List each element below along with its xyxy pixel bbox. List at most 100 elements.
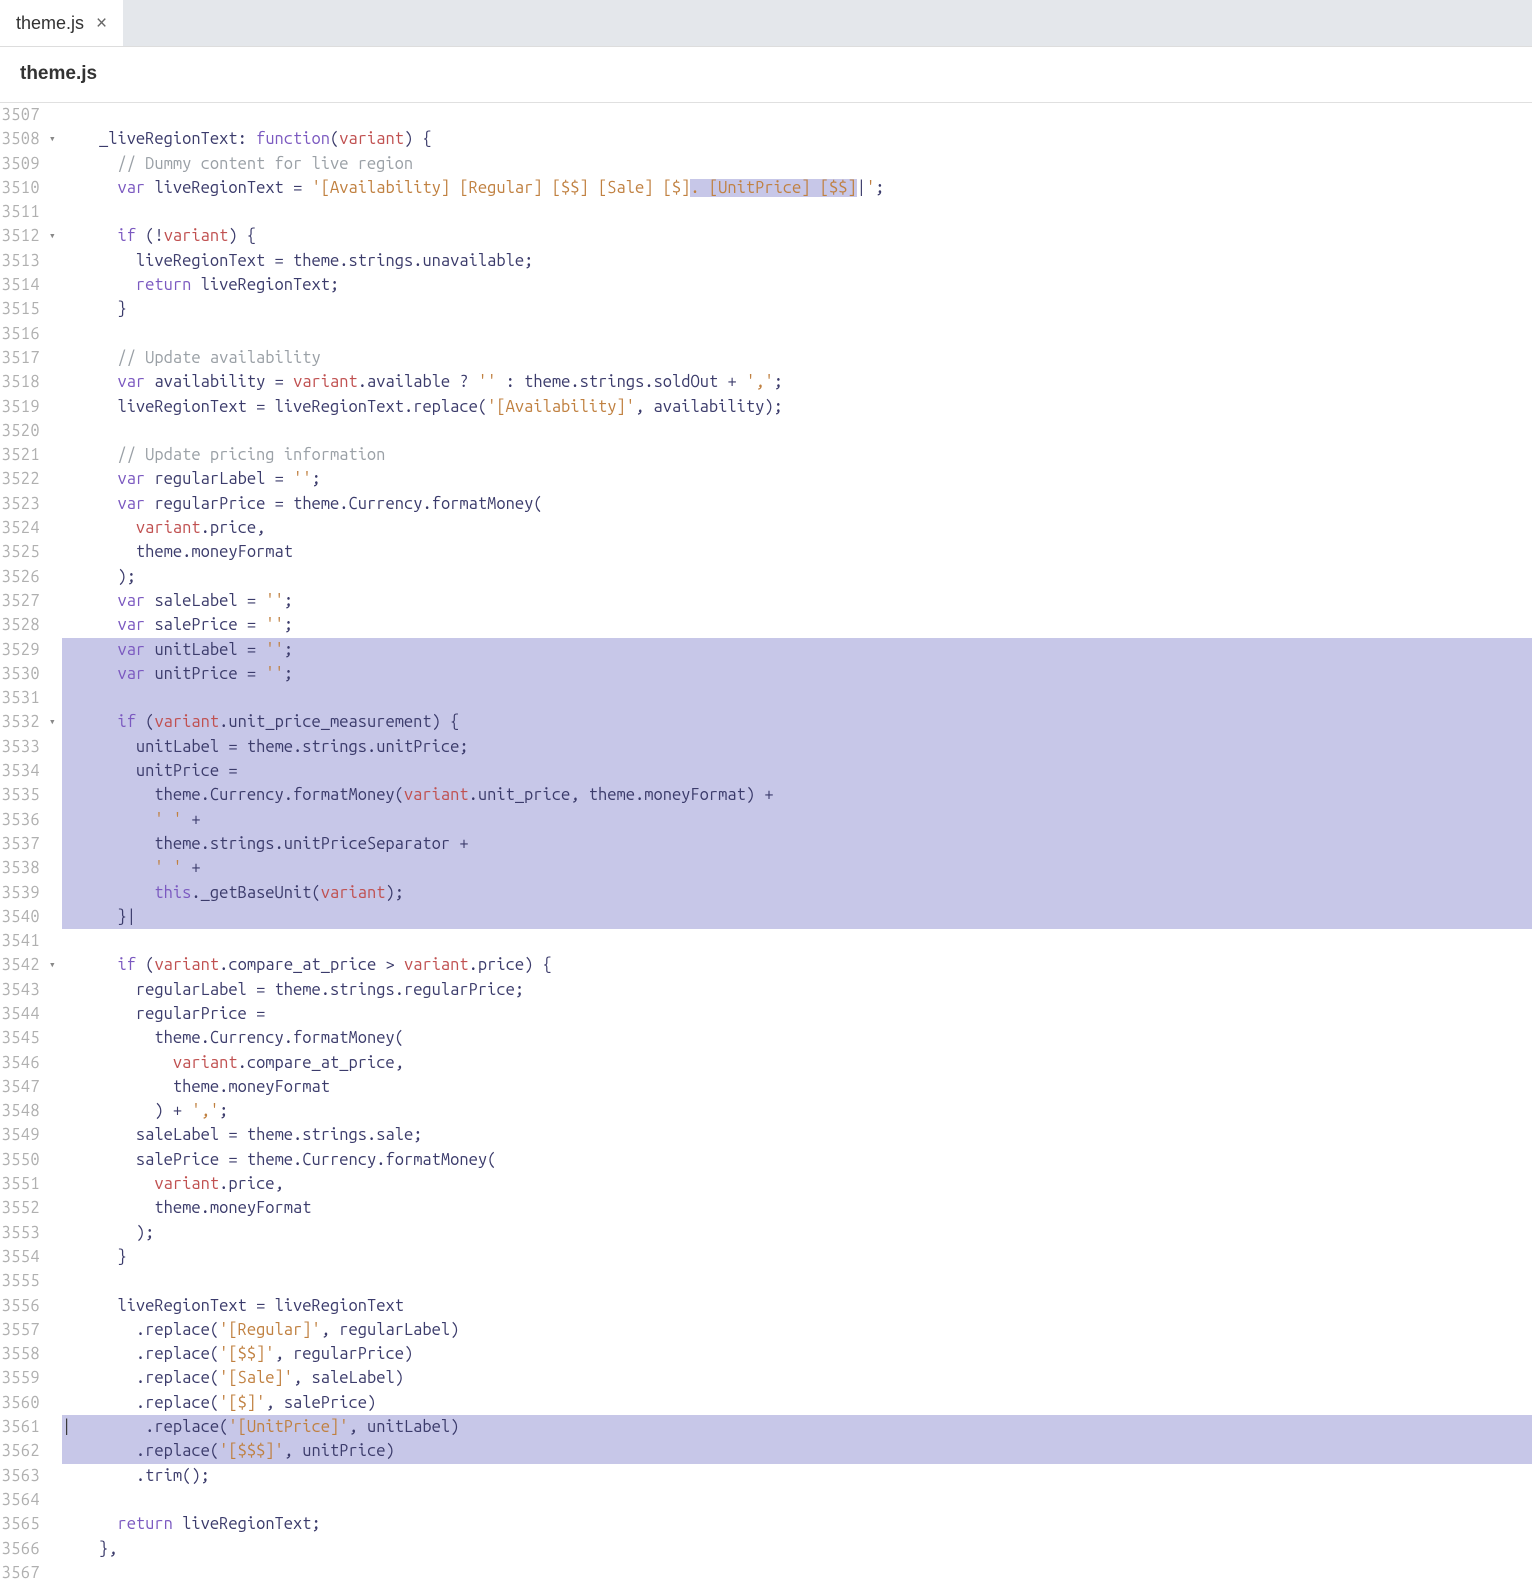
line-number[interactable]: 3556: [0, 1294, 54, 1318]
line-number[interactable]: 3520: [0, 419, 54, 443]
line-number[interactable]: 3540: [0, 905, 54, 929]
code-line[interactable]: }: [62, 1245, 1532, 1269]
line-number[interactable]: 3565: [0, 1512, 54, 1536]
line-number[interactable]: 3560: [0, 1391, 54, 1415]
code-line[interactable]: variant.price,: [62, 1172, 1532, 1196]
code-line[interactable]: theme.Currency.formatMoney(: [62, 1026, 1532, 1050]
code-line[interactable]: [62, 1561, 1532, 1585]
line-number[interactable]: 3514: [0, 273, 54, 297]
code-line[interactable]: var regularPrice = theme.Currency.format…: [62, 492, 1532, 516]
code-line[interactable]: theme.strings.unitPriceSeparator +: [62, 832, 1532, 856]
code-line[interactable]: | .replace('[UnitPrice]', unitLabel): [62, 1415, 1532, 1439]
code-line[interactable]: unitLabel = theme.strings.unitPrice;: [62, 735, 1532, 759]
line-number[interactable]: 3524: [0, 516, 54, 540]
code-line[interactable]: salePrice = theme.Currency.formatMoney(: [62, 1148, 1532, 1172]
line-number[interactable]: 3566: [0, 1537, 54, 1561]
code-content[interactable]: _liveRegionText: function(variant) { // …: [58, 103, 1532, 1585]
line-number[interactable]: 3530: [0, 662, 54, 686]
code-line[interactable]: [62, 1488, 1532, 1512]
line-number[interactable]: 3545: [0, 1026, 54, 1050]
code-line[interactable]: [62, 686, 1532, 710]
code-line[interactable]: liveRegionText = theme.strings.unavailab…: [62, 249, 1532, 273]
code-line[interactable]: );: [62, 565, 1532, 589]
code-line[interactable]: var regularLabel = '';: [62, 467, 1532, 491]
code-line[interactable]: ) + ',';: [62, 1099, 1532, 1123]
line-number[interactable]: 3523: [0, 492, 54, 516]
line-number[interactable]: 3553: [0, 1221, 54, 1245]
line-number[interactable]: 3512: [0, 224, 54, 248]
line-number[interactable]: 3518: [0, 370, 54, 394]
line-number[interactable]: 3529: [0, 638, 54, 662]
code-line[interactable]: // Dummy content for live region: [62, 152, 1532, 176]
code-line[interactable]: [62, 929, 1532, 953]
line-number[interactable]: 3510: [0, 176, 54, 200]
code-line[interactable]: liveRegionText = liveRegionText: [62, 1294, 1532, 1318]
line-number[interactable]: 3535: [0, 783, 54, 807]
code-line[interactable]: .replace('[Sale]', saleLabel): [62, 1366, 1532, 1390]
line-number[interactable]: 3526: [0, 565, 54, 589]
code-line[interactable]: var salePrice = '';: [62, 613, 1532, 637]
line-number[interactable]: 3559: [0, 1366, 54, 1390]
code-line[interactable]: if (variant.unit_price_measurement) {: [62, 710, 1532, 734]
line-number[interactable]: 3538: [0, 856, 54, 880]
close-icon[interactable]: ×: [96, 14, 107, 33]
code-line[interactable]: ' ' +: [62, 808, 1532, 832]
line-number[interactable]: 3534: [0, 759, 54, 783]
line-number[interactable]: 3561: [0, 1415, 54, 1439]
code-line[interactable]: [62, 200, 1532, 224]
code-line[interactable]: theme.moneyFormat: [62, 540, 1532, 564]
code-line[interactable]: var availability = variant.available ? '…: [62, 370, 1532, 394]
code-line[interactable]: [62, 103, 1532, 127]
code-line[interactable]: }: [62, 297, 1532, 321]
line-number[interactable]: 3564: [0, 1488, 54, 1512]
code-line[interactable]: .replace('[$]', salePrice): [62, 1391, 1532, 1415]
line-number[interactable]: 3515: [0, 297, 54, 321]
line-number[interactable]: 3513: [0, 249, 54, 273]
code-line[interactable]: // Update availability: [62, 346, 1532, 370]
line-number[interactable]: 3536: [0, 808, 54, 832]
line-number[interactable]: 3555: [0, 1269, 54, 1293]
line-number[interactable]: 3557: [0, 1318, 54, 1342]
line-number[interactable]: 3544: [0, 1002, 54, 1026]
code-line[interactable]: }|: [62, 905, 1532, 929]
code-line[interactable]: theme.moneyFormat: [62, 1075, 1532, 1099]
line-number[interactable]: 3554: [0, 1245, 54, 1269]
code-line[interactable]: [62, 1269, 1532, 1293]
line-number[interactable]: 3509: [0, 152, 54, 176]
code-line[interactable]: return liveRegionText;: [62, 1512, 1532, 1536]
line-number[interactable]: 3527: [0, 589, 54, 613]
line-number[interactable]: 3563: [0, 1464, 54, 1488]
code-line[interactable]: [62, 322, 1532, 346]
line-number[interactable]: 3528: [0, 613, 54, 637]
line-number[interactable]: 3533: [0, 735, 54, 759]
code-line[interactable]: regularPrice =: [62, 1002, 1532, 1026]
code-line[interactable]: unitPrice =: [62, 759, 1532, 783]
code-line[interactable]: if (!variant) {: [62, 224, 1532, 248]
line-number[interactable]: 3551: [0, 1172, 54, 1196]
code-line[interactable]: );: [62, 1221, 1532, 1245]
code-line[interactable]: var saleLabel = '';: [62, 589, 1532, 613]
line-number[interactable]: 3525: [0, 540, 54, 564]
code-line[interactable]: if (variant.compare_at_price > variant.p…: [62, 953, 1532, 977]
line-number[interactable]: 3521: [0, 443, 54, 467]
code-line[interactable]: .replace('[Regular]', regularLabel): [62, 1318, 1532, 1342]
code-line[interactable]: return liveRegionText;: [62, 273, 1532, 297]
code-line[interactable]: .replace('[$$]', regularPrice): [62, 1342, 1532, 1366]
code-line[interactable]: liveRegionText = liveRegionText.replace(…: [62, 395, 1532, 419]
code-line[interactable]: .replace('[$$$]', unitPrice): [62, 1439, 1532, 1463]
line-number[interactable]: 3537: [0, 832, 54, 856]
tab-theme-js[interactable]: theme.js ×: [0, 0, 123, 46]
code-line[interactable]: theme.Currency.formatMoney(variant.unit_…: [62, 783, 1532, 807]
code-line[interactable]: theme.moneyFormat: [62, 1196, 1532, 1220]
line-number[interactable]: 3531: [0, 686, 54, 710]
line-number[interactable]: 3550: [0, 1148, 54, 1172]
code-line[interactable]: variant.compare_at_price,: [62, 1051, 1532, 1075]
line-number[interactable]: 3552: [0, 1196, 54, 1220]
line-number[interactable]: 3546: [0, 1051, 54, 1075]
code-line[interactable]: // Update pricing information: [62, 443, 1532, 467]
line-number[interactable]: 3522: [0, 467, 54, 491]
code-line[interactable]: .trim();: [62, 1464, 1532, 1488]
code-line[interactable]: [62, 419, 1532, 443]
code-line[interactable]: var unitPrice = '';: [62, 662, 1532, 686]
line-number[interactable]: 3567: [0, 1561, 54, 1585]
